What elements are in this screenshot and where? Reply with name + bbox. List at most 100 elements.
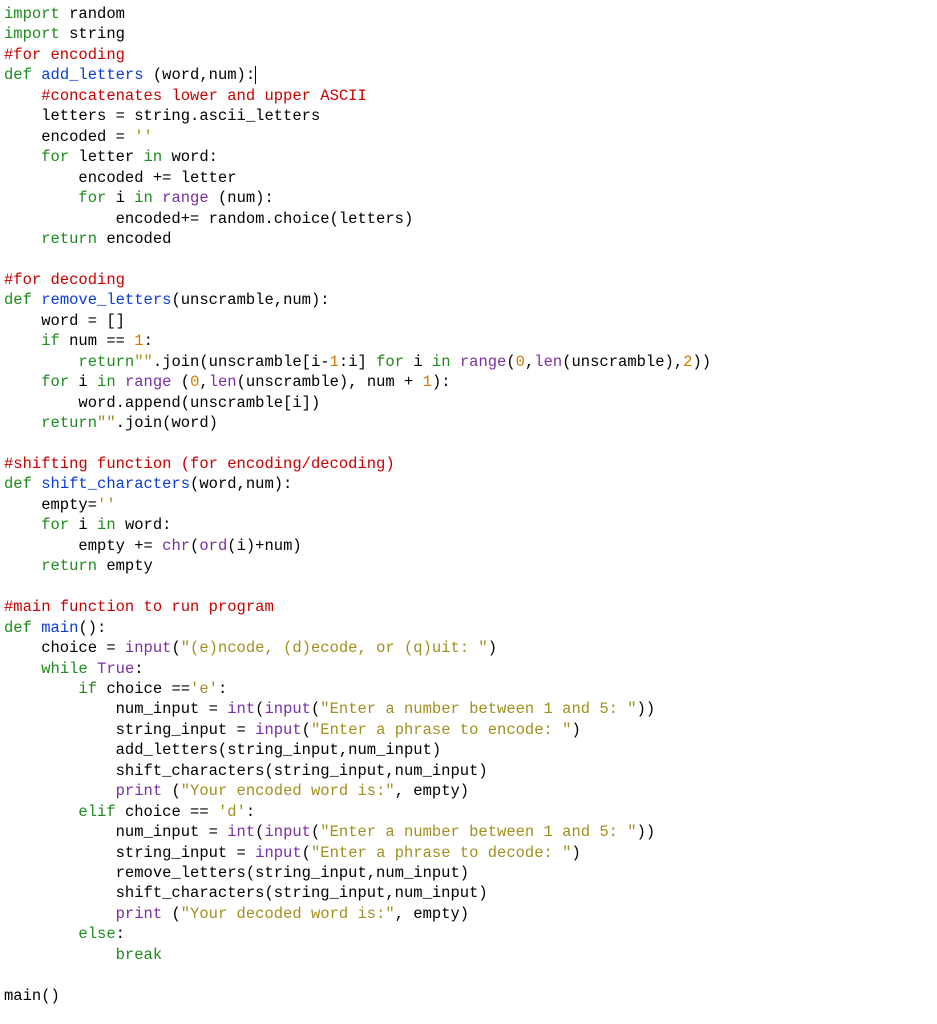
code-token <box>4 189 78 207</box>
code-token: encoded += letter <box>4 169 237 187</box>
code-token: add_letters(string_input,num_input) <box>4 741 441 759</box>
code-token: #for decoding <box>4 271 125 289</box>
code-token: else <box>78 925 115 943</box>
code-token: word: <box>116 516 172 534</box>
code-token: #shifting function (for encoding/decodin… <box>4 455 395 473</box>
code-token: ( <box>302 844 311 862</box>
code-token: )) <box>692 353 711 371</box>
code-token: main <box>41 619 78 637</box>
code-token: word: <box>162 148 218 166</box>
code-token: (i)+num) <box>227 537 301 555</box>
code-token: main() <box>4 987 60 1005</box>
code-token: break <box>116 946 163 964</box>
code-token: choice == <box>116 803 218 821</box>
code-token: "" <box>134 353 153 371</box>
code-token: range <box>460 353 507 371</box>
code-token: def <box>4 66 41 84</box>
code-token: .join(unscramble[i- <box>153 353 330 371</box>
code-token: in <box>97 373 116 391</box>
code-token: in <box>432 353 451 371</box>
code-token <box>4 353 78 371</box>
code-token: choice = <box>4 639 125 657</box>
code-token: word = [] <box>4 312 125 330</box>
code-token <box>4 782 116 800</box>
code-token: empty <box>97 557 153 575</box>
code-token: , <box>199 373 208 391</box>
code-token: "Your decoded word is:" <box>181 905 395 923</box>
code-token: import <box>4 5 69 23</box>
code-token: num_input = <box>4 823 227 841</box>
code-token: input <box>255 844 302 862</box>
code-token: ( <box>190 537 199 555</box>
code-token <box>4 373 41 391</box>
code-token: return <box>78 353 134 371</box>
code-token: "Your encoded word is:" <box>181 782 395 800</box>
code-token <box>4 516 41 534</box>
code-token: in <box>134 189 153 207</box>
code-token: (unscramble), <box>562 353 683 371</box>
code-token: elif <box>78 803 115 821</box>
code-token: remove_letters(string_input,num_input) <box>4 864 469 882</box>
code-token <box>4 557 41 575</box>
code-token: input <box>255 721 302 739</box>
code-token: ) <box>571 721 580 739</box>
code-token: (num): <box>209 189 274 207</box>
code-token: len <box>534 353 562 371</box>
code-token <box>116 373 125 391</box>
code-token: letters = string.ascii_letters <box>4 107 320 125</box>
code-token: (unscramble,num): <box>171 291 329 309</box>
code-token: , <box>525 353 534 371</box>
code-token <box>4 230 41 248</box>
code-token: , empty) <box>395 905 469 923</box>
code-token: for <box>41 516 69 534</box>
code-token: i <box>69 516 97 534</box>
code-token: : <box>116 925 125 943</box>
code-token: (unscramble), num + <box>237 373 423 391</box>
code-token: num_input = <box>4 700 227 718</box>
code-token: "(e)ncode, (d)ecode, or (q)uit: " <box>181 639 488 657</box>
code-token: input <box>125 639 172 657</box>
code-token <box>4 87 41 105</box>
code-token: ( <box>171 639 180 657</box>
code-token: if <box>41 332 60 350</box>
code-token: #for encoding <box>4 46 125 64</box>
code-token: in <box>97 516 116 534</box>
code-token: def <box>4 619 41 637</box>
code-token: print <box>116 782 163 800</box>
code-token: (): <box>78 619 106 637</box>
code-token: ( <box>311 700 320 718</box>
code-token: chr <box>162 537 190 555</box>
code-token: ( <box>506 353 515 371</box>
code-token: : <box>246 803 255 821</box>
code-token: word.append(unscramble[i]) <box>4 394 320 412</box>
code-token <box>4 946 116 964</box>
code-token: 1 <box>330 353 339 371</box>
code-token: i <box>69 373 97 391</box>
code-token: : <box>134 660 143 678</box>
code-token: range <box>162 189 209 207</box>
code-token <box>88 660 97 678</box>
code-token: shift_characters(string_input,num_input) <box>4 884 488 902</box>
code-token: for <box>41 148 69 166</box>
code-token: for <box>376 353 404 371</box>
code-token: range <box>125 373 172 391</box>
code-token: remove_letters <box>41 291 171 309</box>
code-token: , empty) <box>395 782 469 800</box>
code-token: shift_characters <box>41 475 190 493</box>
code-token: in <box>144 148 163 166</box>
code-token <box>4 905 116 923</box>
code-token: empty= <box>4 496 97 514</box>
code-token <box>255 66 256 84</box>
code-token: ( <box>311 823 320 841</box>
code-token: )) <box>637 700 656 718</box>
code-token: for <box>41 373 69 391</box>
code-token <box>4 332 41 350</box>
code-token: i <box>106 189 134 207</box>
code-token: int <box>227 823 255 841</box>
code-token: string_input = <box>4 844 255 862</box>
code-token: 1 <box>134 332 143 350</box>
code-token: ( <box>171 373 190 391</box>
code-token: (word,num): <box>190 475 292 493</box>
code-token: encoded <box>97 230 171 248</box>
code-token: 0 <box>190 373 199 391</box>
